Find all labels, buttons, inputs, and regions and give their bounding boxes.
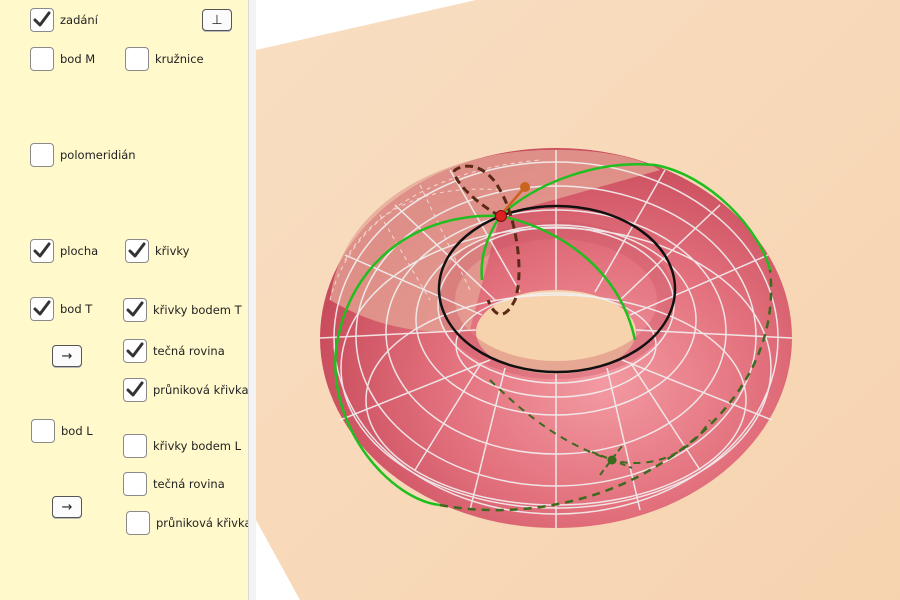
- checkbox-bod-l[interactable]: bod L: [31, 419, 93, 443]
- checkbox-label: polomeridián: [60, 148, 136, 162]
- checkbox-label: průniková křivka: [156, 516, 252, 530]
- checkbox-label: tečná rovina: [153, 477, 225, 491]
- checkmark-icon: [126, 301, 144, 317]
- checkbox-box[interactable]: [123, 434, 147, 458]
- checkbox-krivky-bodem-l[interactable]: křivky bodem L: [123, 434, 241, 458]
- point-t[interactable]: [495, 210, 507, 222]
- checkbox-box[interactable]: [126, 511, 150, 535]
- checkbox-box[interactable]: [30, 239, 54, 263]
- panel-divider[interactable]: [248, 0, 256, 600]
- checkbox-label: zadání: [60, 13, 98, 27]
- move-point-t-button[interactable]: →: [52, 345, 82, 367]
- checkbox-label: tečná rovina: [153, 344, 225, 358]
- checkbox-box[interactable]: [123, 339, 147, 363]
- checkbox-box[interactable]: [123, 298, 147, 322]
- checkbox-box[interactable]: [30, 143, 54, 167]
- checkbox-box[interactable]: [125, 47, 149, 71]
- checkbox-zadani[interactable]: zadání: [30, 8, 98, 32]
- checkbox-krivky[interactable]: křivky: [125, 239, 189, 263]
- control-panel: zadání ⊥ bod M kružnice polomeridián plo…: [0, 0, 252, 600]
- checkmark-icon: [126, 381, 144, 397]
- checkbox-tecna-rovina-l[interactable]: tečná rovina: [123, 472, 225, 496]
- checkbox-prunikova-krivka-t[interactable]: průniková křivka: [123, 378, 249, 402]
- checkmark-icon: [33, 11, 51, 27]
- checkbox-box[interactable]: [30, 8, 54, 32]
- checkbox-box[interactable]: [125, 239, 149, 263]
- checkbox-bod-t[interactable]: bod T: [30, 297, 92, 321]
- scene-3d[interactable]: [256, 0, 900, 600]
- checkbox-label: průniková křivka: [153, 383, 249, 397]
- checkbox-kruznice[interactable]: kružnice: [125, 47, 204, 71]
- checkbox-label: kružnice: [155, 52, 204, 66]
- checkbox-label: křivky bodem T: [153, 303, 242, 317]
- perpendicular-view-button[interactable]: ⊥: [202, 9, 232, 31]
- checkmark-icon: [33, 300, 51, 316]
- checkbox-plocha[interactable]: plocha: [30, 239, 98, 263]
- checkmark-icon: [128, 242, 146, 258]
- graphics-3d-view[interactable]: [256, 0, 900, 600]
- checkbox-box[interactable]: [31, 419, 55, 443]
- checkbox-label: bod M: [60, 52, 96, 66]
- checkbox-box[interactable]: [123, 378, 147, 402]
- tangent-vector-handle[interactable]: [520, 182, 530, 192]
- checkbox-label: plocha: [60, 244, 99, 258]
- checkbox-box[interactable]: [123, 472, 147, 496]
- checkmark-icon: [126, 342, 144, 358]
- checkbox-label: bod T: [60, 302, 93, 316]
- checkbox-prunikova-krivka-l[interactable]: průniková křivka: [126, 511, 252, 535]
- checkbox-polomeridian[interactable]: polomeridián: [30, 143, 136, 167]
- checkbox-box[interactable]: [30, 297, 54, 321]
- checkbox-krivky-bodem-t[interactable]: křivky bodem T: [123, 298, 242, 322]
- checkbox-label: křivky bodem L: [153, 439, 242, 453]
- checkbox-label: bod L: [61, 424, 93, 438]
- checkbox-bod-m[interactable]: bod M: [30, 47, 95, 71]
- checkbox-tecna-rovina-t[interactable]: tečná rovina: [123, 339, 225, 363]
- checkbox-box[interactable]: [30, 47, 54, 71]
- checkbox-label: křivky: [155, 244, 190, 258]
- checkmark-icon: [33, 242, 51, 258]
- move-point-l-button[interactable]: →: [52, 496, 82, 518]
